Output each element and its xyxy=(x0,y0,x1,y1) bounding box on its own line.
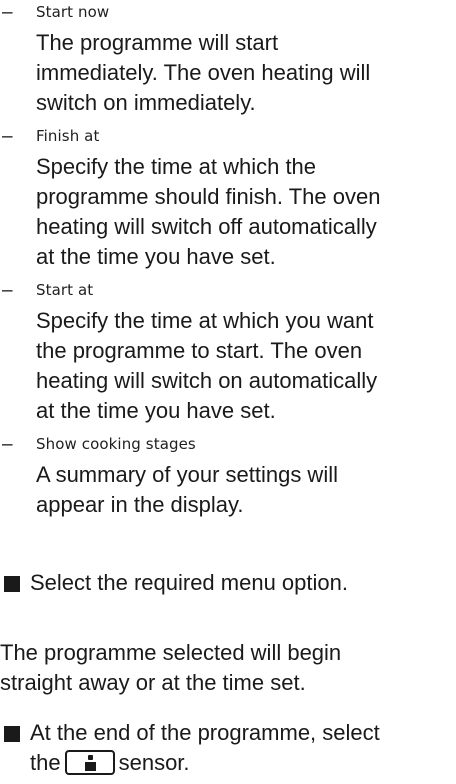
info-sensor-icon xyxy=(64,750,115,775)
description-line: at the time you have set. xyxy=(36,398,276,423)
result-paragraph: The programme selected will begin straig… xyxy=(0,638,456,698)
description-line: the programme to start. The oven xyxy=(36,338,363,363)
instruction-text-before-icon: the xyxy=(30,750,61,775)
description-line: immediately. The oven heating will xyxy=(36,60,371,85)
dash-marker: – xyxy=(2,280,13,301)
description-line: switch on immediately. xyxy=(36,90,256,115)
option-label: Show cooking stages xyxy=(36,435,196,453)
option-label: Start now xyxy=(36,3,110,21)
option-description: The programme will start immediately. Th… xyxy=(36,28,456,118)
option-label: Start at xyxy=(36,281,94,299)
instruction-text: At the end of the programme, select xyxy=(30,720,380,745)
description-line: Specify the time at which you want xyxy=(36,308,374,333)
description-line: A summary of your settings will xyxy=(36,462,338,487)
paragraph-line: straight away or at the time set. xyxy=(0,670,306,695)
description-line: heating will switch on automatically xyxy=(36,368,378,393)
description-line: Specify the time at which the xyxy=(36,154,317,179)
dash-marker: – xyxy=(2,126,13,147)
description-line: heating will switch off automatically xyxy=(36,214,377,239)
paragraph-line: The programme selected will begin xyxy=(0,640,342,665)
bullet-square-icon xyxy=(4,726,20,742)
option-description: Specify the time at which the programme … xyxy=(36,152,456,272)
description-line: The programme will start xyxy=(36,30,279,55)
dash-marker: – xyxy=(2,2,13,23)
bullet-square-icon xyxy=(4,576,20,592)
instruction-text: Select the required menu option. xyxy=(30,570,348,595)
instructions-page: – Start now The programme will start imm… xyxy=(0,0,456,784)
description-line: programme should finish. The oven xyxy=(36,184,381,209)
description-line: at the time you have set. xyxy=(36,244,276,269)
instruction-line2: the sensor. xyxy=(30,748,190,778)
option-label: Finish at xyxy=(36,127,100,145)
dash-marker: – xyxy=(2,434,13,455)
option-description: Specify the time at which you want the p… xyxy=(36,306,456,426)
option-description: A summary of your settings will appear i… xyxy=(36,460,456,520)
instruction-text-after-icon: sensor. xyxy=(118,750,190,775)
description-line: appear in the display. xyxy=(36,492,244,517)
